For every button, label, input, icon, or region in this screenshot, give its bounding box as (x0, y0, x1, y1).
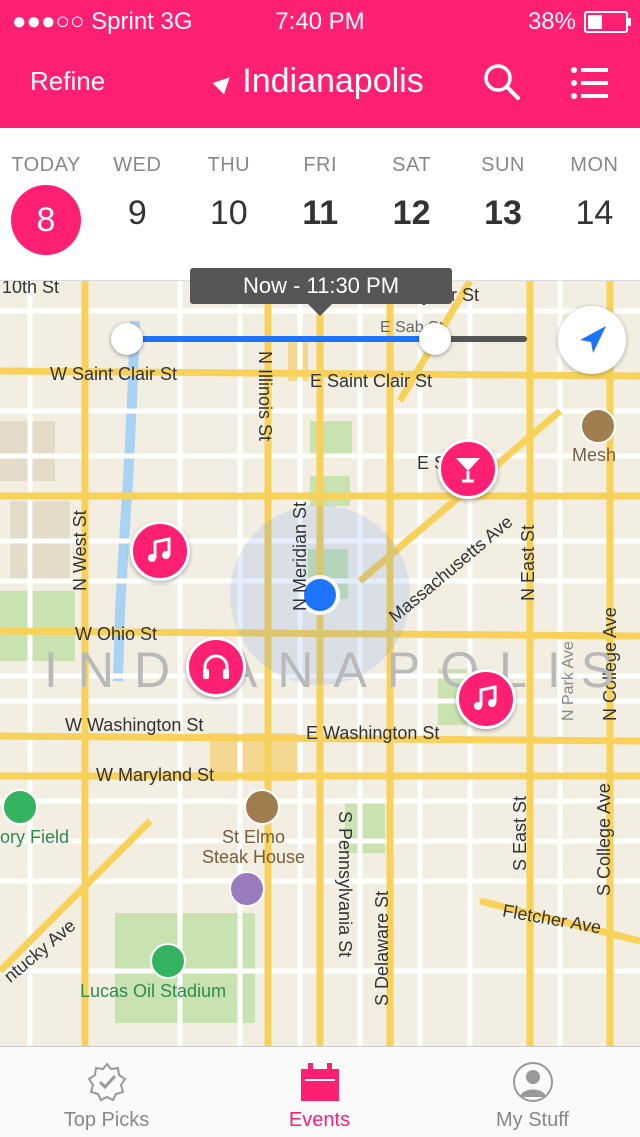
navigation-arrow-icon (580, 326, 606, 353)
map-label-st-elmo: St Elmo Steak House (202, 827, 306, 867)
map-label-s-east: S East St (510, 795, 530, 871)
music-note-icon (148, 537, 171, 562)
tab-label: Events (288, 1109, 351, 1131)
day-of-week-label: WED (113, 154, 162, 176)
city-selector[interactable]: Indianapolis (0, 62, 640, 101)
map-label-mesh: Mesh (572, 445, 617, 465)
day-mon[interactable]: MON 14 (548, 154, 640, 233)
day-of-week-label: TODAY (11, 154, 81, 176)
list-icon (571, 67, 608, 99)
day-of-week-label: SUN (481, 154, 525, 176)
day-number: 11 (302, 194, 339, 232)
battery-icon (584, 11, 631, 33)
battery-percent: 38% (527, 8, 576, 35)
day-number: 12 (392, 194, 431, 232)
map-label-w-maryland: W Maryland St (96, 765, 215, 785)
day-number: 8 (11, 185, 81, 255)
music-event-pin[interactable] (130, 521, 190, 581)
locate-me-button[interactable] (558, 306, 626, 374)
tab-events[interactable]: Events (213, 1047, 426, 1137)
app-header: ●●●○○ Sprint 3G 7:40 PM 38% Refine India… (0, 0, 640, 128)
day-number: 9 (127, 194, 147, 232)
train-station-icon[interactable] (229, 871, 265, 907)
day-of-week-label: MON (570, 154, 619, 176)
headphones-event-pin[interactable] (186, 637, 246, 697)
map-label-s-college: S College Ave (594, 783, 614, 896)
map-label-e-saint-clair: E Saint Clair St (310, 371, 433, 391)
day-wed[interactable]: WED 9 (91, 154, 183, 233)
date-selector: TODAY 8 WED 9 THU 10 FRI 11 SAT 12 SUN 13 MON 14 (0, 128, 640, 280)
map-label-w-saint-clair: W Saint Clair St (50, 364, 178, 384)
tab-top-picks[interactable]: Top Picks (0, 1047, 213, 1137)
music-event-pin[interactable] (456, 669, 516, 729)
day-sat[interactable]: SAT 12 (366, 154, 458, 233)
tab-label: Top Picks (63, 1109, 150, 1131)
map-label-n-east: N East St (518, 524, 538, 601)
headphones-icon (203, 654, 229, 679)
map-label-lucas-oil: Lucas Oil Stadium (80, 981, 227, 1001)
map-label-victory-field: ory Field (0, 827, 70, 847)
slider-end-handle[interactable] (419, 323, 451, 355)
day-thu[interactable]: THU 10 (183, 154, 275, 233)
search-button[interactable] (482, 62, 522, 102)
status-bar: ●●●○○ Sprint 3G 7:40 PM 38% (0, 0, 640, 40)
restaurant-poi-icon[interactable] (244, 789, 280, 825)
search-icon (484, 64, 520, 100)
restaurant-poi-icon[interactable] (580, 408, 616, 444)
tab-label: My Stuff (496, 1109, 569, 1131)
stadium-poi-icon[interactable] (150, 943, 186, 979)
map-label-w-washington: W Washington St (65, 715, 204, 735)
city-name: Indianapolis (242, 62, 424, 100)
map-label-n-illinois: N Illinois St (255, 351, 275, 442)
day-fri[interactable]: FRI 11 (274, 154, 366, 233)
map-label-s-delaware: S Delaware St (372, 890, 392, 1006)
day-sun[interactable]: SUN 13 (457, 154, 549, 233)
music-note-icon (474, 685, 497, 710)
stadium-poi-icon[interactable] (2, 789, 38, 825)
nightlife-event-pin[interactable] (438, 439, 498, 499)
list-menu-button[interactable] (570, 66, 610, 100)
map-label-n-meridian: N Meridian St (290, 501, 310, 611)
badge-check-icon (87, 1062, 127, 1102)
day-number: 10 (209, 194, 248, 232)
tab-bar: Top Picks Events My Stuff (0, 1046, 640, 1137)
map-label-n-west: N West St (70, 510, 90, 591)
battery-fill (588, 15, 602, 29)
location-arrow-icon (212, 71, 236, 95)
day-number: 13 (484, 194, 522, 232)
day-of-week-label: THU (207, 154, 251, 176)
person-icon (513, 1062, 553, 1102)
time-range-tooltip: Now - 11:30 PM (190, 268, 452, 316)
slider-start-handle[interactable] (111, 323, 143, 355)
tab-my-stuff[interactable]: My Stuff (426, 1047, 639, 1137)
map-label-10th-st: 10th St (2, 280, 60, 297)
day-today[interactable]: TODAY 8 (0, 154, 92, 255)
day-of-week-label: FRI (303, 154, 338, 176)
cocktail-glass-icon (456, 458, 480, 483)
time-range-slider[interactable] (111, 323, 527, 355)
time-range-fill (127, 336, 435, 342)
map-label-e-washington: E Washington St (306, 723, 440, 743)
day-number: 14 (575, 194, 614, 232)
map-label-s-pennsylvania: S Pennsylvania St (335, 811, 355, 958)
map-city-watermark: INDIANAPOLIS (44, 642, 635, 698)
events-map[interactable]: 10th St Furyear St E Sab St W Saint Clai… (0, 280, 640, 1047)
day-of-week-label: SAT (392, 154, 432, 176)
battery-status: 38% (527, 8, 631, 36)
calendar-icon (301, 1063, 339, 1101)
